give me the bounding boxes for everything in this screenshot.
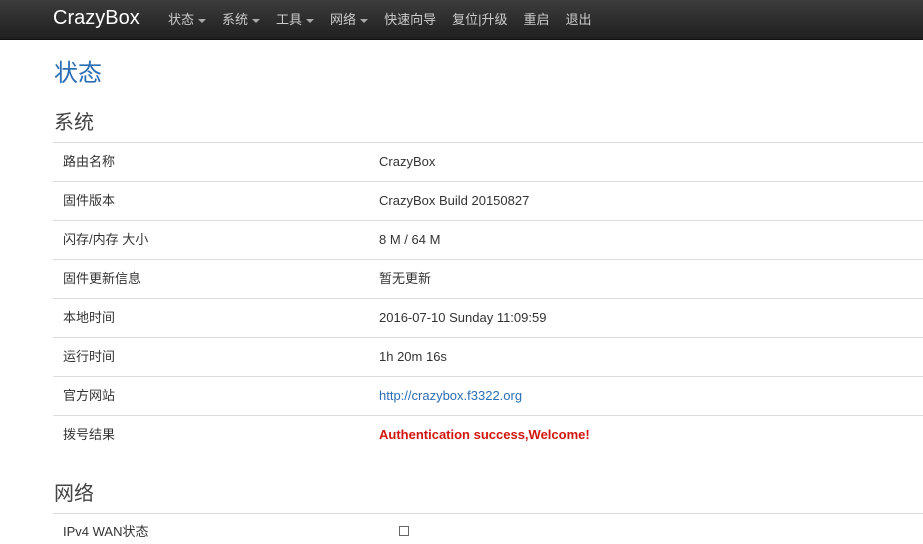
firmware-version-value: CrazyBox Build 20150827 xyxy=(379,193,530,208)
nav-status-menu[interactable]: 状态 xyxy=(160,0,214,39)
chevron-down-icon xyxy=(360,18,369,23)
main-nav: 状态 系统 工具 网络 快速向导 复位|升级 重启 退出 xyxy=(160,0,600,39)
nav-network-label: 网络 xyxy=(330,12,357,27)
table-row: 固件更新信息 暂无更新 xyxy=(53,259,923,298)
page-title: 状态 xyxy=(54,60,102,87)
local-time-label: 本地时间 xyxy=(63,310,116,325)
table-row: 运行时间 1h 20m 16s xyxy=(53,337,923,376)
top-navbar: CrazyBox 状态 系统 工具 网络 快速向导 复位|升级 重启 退出 xyxy=(0,0,923,40)
network-section-title: 网络 xyxy=(54,483,94,505)
official-site-link[interactable]: http://crazybox.f3322.org xyxy=(379,377,522,415)
table-row: 官方网站 http://crazybox.f3322.org xyxy=(53,376,923,415)
nav-logout[interactable]: 退出 xyxy=(557,0,599,39)
nav-system-menu[interactable]: 系统 xyxy=(214,0,268,39)
table-row: 固件版本 CrazyBox Build 20150827 xyxy=(53,181,923,220)
nav-status-label: 状态 xyxy=(168,12,195,27)
router-name-value: CrazyBox xyxy=(379,154,436,169)
dial-result-value: Authentication success,Welcome! xyxy=(379,427,590,442)
uptime-label: 运行时间 xyxy=(63,349,116,364)
system-section-title: 系统 xyxy=(54,112,94,134)
chevron-down-icon xyxy=(198,18,207,23)
nav-tools-menu[interactable]: 工具 xyxy=(268,0,322,39)
table-row: 本地时间 2016-07-10 Sunday 11:09:59 xyxy=(53,298,923,337)
chevron-down-icon xyxy=(306,18,315,23)
chevron-down-icon xyxy=(252,18,261,23)
ipv4-wan-status-label: IPv4 WAN状态 xyxy=(63,524,149,539)
nav-system-label: 系统 xyxy=(222,12,249,27)
table-row: 路由名称 CrazyBox xyxy=(53,142,923,181)
nav-tools-label: 工具 xyxy=(276,12,303,27)
dial-result-label: 拨号结果 xyxy=(63,427,116,442)
uptime-value: 1h 20m 16s xyxy=(379,349,447,364)
nav-reboot[interactable]: 重启 xyxy=(515,0,557,39)
nav-reset-upgrade[interactable]: 复位|升级 xyxy=(444,0,515,39)
table-row: 闪存/内存 大小 8 M / 64 M xyxy=(53,220,923,259)
system-info-table: 路由名称 CrazyBox 固件版本 CrazyBox Build 201508… xyxy=(53,142,923,454)
table-row: 拨号结果 Authentication success,Welcome! xyxy=(53,415,923,454)
official-site-label: 官方网站 xyxy=(63,388,116,403)
firmware-update-value: 暂无更新 xyxy=(379,271,432,286)
nav-quick-wizard[interactable]: 快速向导 xyxy=(376,0,444,39)
router-name-label: 路由名称 xyxy=(63,154,116,169)
memory-size-label: 闪存/内存 大小 xyxy=(63,232,149,247)
brand-logo[interactable]: CrazyBox xyxy=(53,6,140,30)
table-row: IPv4 WAN状态 xyxy=(53,513,923,544)
nav-network-menu[interactable]: 网络 xyxy=(322,0,376,39)
firmware-update-label: 固件更新信息 xyxy=(63,271,142,286)
local-time-value: 2016-07-10 Sunday 11:09:59 xyxy=(379,310,547,325)
status-icon xyxy=(399,526,409,536)
firmware-version-label: 固件版本 xyxy=(63,193,116,208)
network-info-table: IPv4 WAN状态 xyxy=(53,513,923,544)
memory-size-value: 8 M / 64 M xyxy=(379,232,441,247)
